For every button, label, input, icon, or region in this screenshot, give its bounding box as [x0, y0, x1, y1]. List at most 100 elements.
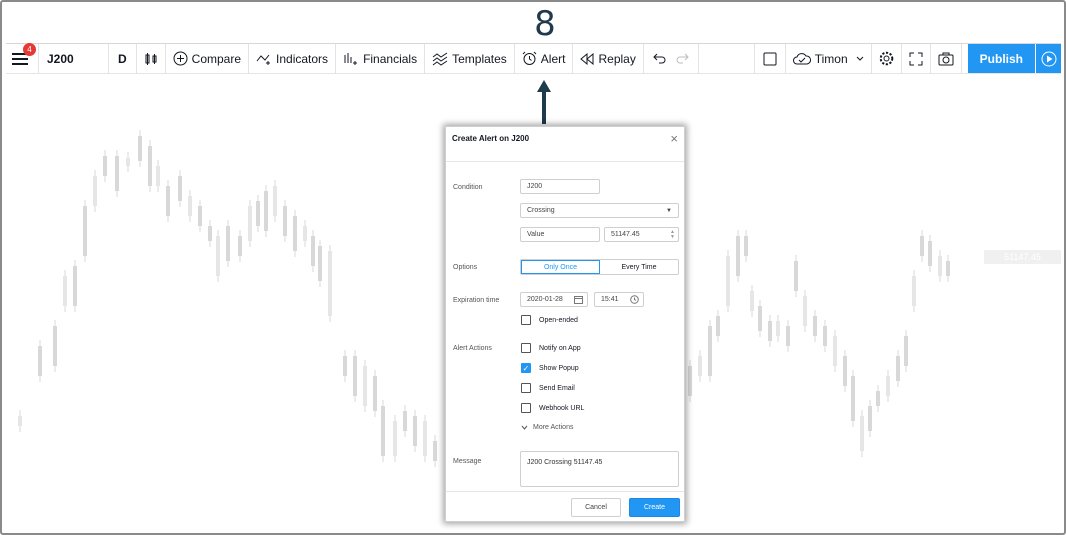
plus-circle-icon: [173, 51, 188, 66]
candle-body: [238, 236, 242, 256]
candle-body: [208, 226, 212, 241]
message-textarea[interactable]: J200 Crossing 51147.45: [520, 451, 679, 487]
action-row-show-popup[interactable]: ✓ Show Popup: [521, 363, 579, 373]
candle-body: [750, 291, 754, 311]
chevron-down-icon: [856, 56, 864, 61]
notify-app-checkbox[interactable]: [521, 343, 531, 353]
chevron-down-icon: [521, 425, 528, 430]
layout-toggle-button[interactable]: [753, 44, 786, 73]
camera-icon: [938, 52, 954, 65]
candle-body: [413, 416, 417, 446]
candle-body: [716, 316, 720, 336]
candle-body: [363, 366, 367, 406]
indicators-button[interactable]: Indicators: [249, 44, 337, 73]
layout-name-label: Timon: [814, 51, 848, 66]
compare-label: Compare: [191, 51, 242, 66]
show-popup-label: Show Popup: [539, 364, 579, 372]
candle-body: [156, 166, 160, 186]
candle-body: [311, 236, 315, 266]
alarm-clock-icon: [522, 51, 537, 65]
fullscreen-button[interactable]: [902, 44, 931, 73]
alert-button[interactable]: Alert: [515, 44, 574, 73]
layout-name-button[interactable]: Timon: [786, 44, 872, 73]
candle-body: [63, 276, 67, 306]
snapshot-button[interactable]: [931, 44, 962, 73]
candle-body: [688, 366, 692, 396]
value-input[interactable]: 51147.45 ▲ ▼: [604, 227, 679, 242]
open-ended-label: Open-ended: [539, 316, 578, 324]
candle-body: [53, 326, 57, 366]
play-button[interactable]: [1035, 44, 1061, 73]
candle-body: [73, 266, 77, 306]
only-once-option[interactable]: Only Once: [521, 260, 600, 274]
condition-operator-select[interactable]: Crossing ▼: [520, 203, 679, 218]
fullscreen-icon: [909, 52, 923, 65]
candle-body: [708, 326, 712, 376]
every-time-option[interactable]: Every Time: [600, 260, 678, 274]
candle-body: [198, 206, 202, 226]
message-label: Message: [453, 458, 482, 465]
candle-body: [876, 391, 880, 406]
candle-body: [93, 176, 97, 206]
candle-body: [896, 356, 900, 381]
symbol-search-button[interactable]: J200: [39, 44, 109, 73]
action-row-webhook[interactable]: Webhook URL: [521, 403, 584, 413]
value-type-select[interactable]: Value: [520, 227, 600, 242]
candle-body: [920, 236, 924, 256]
dialog-footer-divider: [446, 491, 684, 492]
candle-body: [126, 158, 130, 166]
condition-symbol-select[interactable]: J200: [520, 179, 600, 194]
redo-icon[interactable]: [676, 53, 689, 64]
candle-body: [293, 216, 297, 251]
financials-button[interactable]: Financials: [336, 44, 426, 73]
stepper-icon[interactable]: ▲ ▼: [670, 229, 675, 240]
interval-button[interactable]: D: [109, 44, 137, 73]
condition-operator-value: Crossing: [527, 207, 555, 214]
undo-icon[interactable]: [653, 53, 666, 64]
compare-button[interactable]: Compare: [166, 44, 250, 73]
candle-body: [166, 186, 170, 216]
candle-body: [768, 321, 772, 341]
candle-body: [328, 251, 332, 316]
undo-redo-group: [644, 44, 699, 73]
candle-body: [928, 241, 932, 266]
more-actions-label: More Actions: [533, 424, 574, 431]
close-icon[interactable]: ×: [670, 131, 678, 146]
last-price-tag: 51147.45: [984, 250, 1061, 264]
candle-body: [886, 376, 890, 396]
candle-body: [758, 306, 762, 331]
candle-body: [744, 236, 748, 256]
expiration-date-input[interactable]: 2020-01-28: [520, 292, 588, 307]
top-toolbar: 4 J200 D Compare Indicators Financials T…: [6, 43, 1061, 74]
action-row-send-email[interactable]: Send Email: [521, 383, 575, 393]
templates-button[interactable]: Templates: [425, 44, 515, 73]
send-email-checkbox[interactable]: [521, 383, 531, 393]
notification-badge: 4: [23, 43, 36, 56]
action-row-notify-app[interactable]: Notify on App: [521, 343, 581, 353]
candle-body: [938, 256, 942, 276]
cancel-button[interactable]: Cancel: [571, 498, 621, 517]
menu-button[interactable]: 4: [6, 43, 39, 73]
expiration-label: Expiration time: [453, 297, 500, 304]
candle-body: [303, 226, 307, 241]
rewind-icon: [580, 52, 594, 65]
step-number-annotation: 8: [534, 4, 556, 44]
create-button[interactable]: Create: [629, 498, 680, 517]
candle-body: [178, 176, 182, 201]
replay-button[interactable]: Replay: [573, 44, 644, 73]
notify-app-label: Notify on App: [539, 344, 581, 352]
show-popup-checkbox[interactable]: ✓: [521, 363, 531, 373]
webhook-checkbox[interactable]: [521, 403, 531, 413]
open-ended-checkbox[interactable]: [521, 315, 531, 325]
alert-actions-label: Alert Actions: [453, 345, 492, 352]
caret-down-icon: ▼: [666, 207, 672, 214]
more-actions-link[interactable]: More Actions: [521, 424, 573, 431]
candle-body: [813, 316, 817, 336]
settings-button[interactable]: [872, 44, 902, 73]
candle-body: [843, 356, 847, 386]
candle-body: [868, 406, 872, 431]
chart-type-button[interactable]: [137, 44, 166, 73]
publish-button[interactable]: Publish: [967, 44, 1035, 73]
open-ended-checkbox-row[interactable]: Open-ended: [521, 315, 578, 325]
expiration-time-input[interactable]: 15:41: [594, 292, 644, 307]
